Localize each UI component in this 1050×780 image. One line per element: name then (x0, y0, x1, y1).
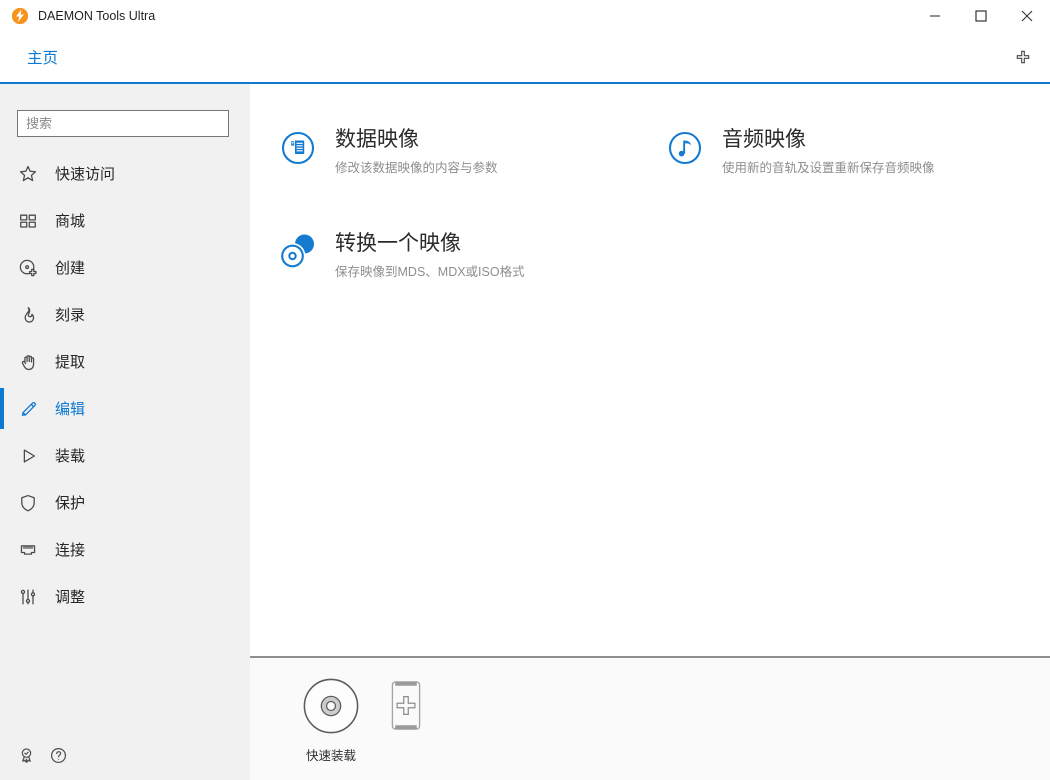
star-icon (17, 163, 38, 184)
titlebar: DAEMON Tools Ultra (0, 0, 1050, 32)
action-title: 数据映像 (335, 128, 498, 152)
award-icon (17, 746, 36, 770)
action-audio-image[interactable]: 音频映像使用新的音轨及设置重新保存音频映像 (665, 128, 1050, 184)
sidebar-item-protect[interactable]: 保护 (0, 479, 250, 526)
minimize-button[interactable] (912, 0, 958, 32)
action-data-image[interactable]: 数据映像修改该数据映像的内容与参数 (278, 128, 665, 184)
sidebar-item-edit[interactable]: 编辑 (0, 385, 250, 432)
action-subtitle: 使用新的音轨及设置重新保存音频映像 (722, 157, 935, 176)
action-title: 音频映像 (722, 128, 935, 152)
shield-icon (17, 492, 38, 513)
disc-plus-icon (17, 257, 38, 278)
data-image-icon (278, 128, 318, 168)
help-icon (49, 746, 68, 770)
sidebar-item-label: 提取 (55, 351, 85, 372)
pencil-icon (17, 398, 38, 419)
ethernet-icon (17, 539, 38, 560)
sidebar: 快速访问商城创建刻录提取编辑装载保护连接调整 (0, 84, 250, 780)
disc-icon (302, 722, 360, 739)
edit-actions: 数据映像修改该数据映像的内容与参数音频映像使用新的音轨及设置重新保存音频映像转换… (250, 84, 1050, 288)
action-title: 转换一个映像 (335, 232, 525, 256)
sidebar-item-adjust[interactable]: 调整 (0, 573, 250, 620)
sidebar-footer (16, 748, 68, 768)
search-input[interactable] (17, 110, 229, 137)
sidebar-item-label: 创建 (55, 257, 85, 278)
sidebar-item-mount[interactable]: 装载 (0, 432, 250, 479)
sidebar-item-burn[interactable]: 刻录 (0, 291, 250, 338)
flame-icon (17, 304, 38, 325)
sidebar-item-create[interactable]: 创建 (0, 244, 250, 291)
app-logo-icon (11, 7, 29, 25)
sidebar-item-label: 商城 (55, 210, 85, 231)
sidebar-item-label: 调整 (55, 586, 85, 607)
window-title: DAEMON Tools Ultra (38, 9, 155, 23)
help-button[interactable] (48, 748, 68, 768)
sliders-icon (17, 586, 38, 607)
close-button[interactable] (1004, 0, 1050, 32)
bottom-panel: 快速装载 (250, 656, 1050, 780)
tab-bar: 主页 (0, 32, 1050, 82)
action-convert-image[interactable]: 转换一个映像保存映像到MDS、MDX或ISO格式 (278, 232, 665, 288)
action-subtitle: 修改该数据映像的内容与参数 (335, 157, 498, 176)
action-subtitle: 保存映像到MDS、MDX或ISO格式 (335, 261, 525, 280)
quick-mount-button[interactable]: 快速装载 (302, 677, 360, 764)
sidebar-item-label: 编辑 (55, 398, 85, 419)
sidebar-menu: 快速访问商城创建刻录提取编辑装载保护连接调整 (0, 150, 250, 620)
add-image-button[interactable] (391, 679, 421, 732)
convert-image-icon (278, 232, 318, 272)
play-icon (17, 445, 38, 466)
sidebar-item-label: 刻录 (55, 304, 85, 325)
sidebar-item-label: 连接 (55, 539, 85, 560)
window-controls (912, 0, 1050, 32)
app-window: DAEMON Tools Ultra 主页 快速访问商城创建刻录提取编辑装载保护 (0, 0, 1050, 780)
tab-home[interactable]: 主页 (27, 46, 58, 68)
sidebar-item-connect[interactable]: 连接 (0, 526, 250, 573)
license-button[interactable] (16, 748, 36, 768)
main-area: 数据映像修改该数据映像的内容与参数音频映像使用新的音轨及设置重新保存音频映像转换… (250, 84, 1050, 780)
grid-icon (17, 210, 38, 231)
maximize-button[interactable] (958, 0, 1004, 32)
plus-slot-icon (391, 719, 421, 736)
sidebar-item-label: 保护 (55, 492, 85, 513)
quick-mount-label: 快速装载 (302, 745, 360, 764)
content: 快速访问商城创建刻录提取编辑装载保护连接调整 数据映像修改该数据映像的内容与参数… (0, 84, 1050, 780)
sidebar-item-grab[interactable]: 提取 (0, 338, 250, 385)
sidebar-item-label: 快速访问 (55, 163, 115, 184)
sidebar-item-quick-access[interactable]: 快速访问 (0, 150, 250, 197)
new-tab-icon[interactable] (1016, 50, 1030, 64)
hand-icon (17, 351, 38, 372)
audio-image-icon (665, 128, 705, 168)
sidebar-item-store[interactable]: 商城 (0, 197, 250, 244)
sidebar-item-label: 装载 (55, 445, 85, 466)
